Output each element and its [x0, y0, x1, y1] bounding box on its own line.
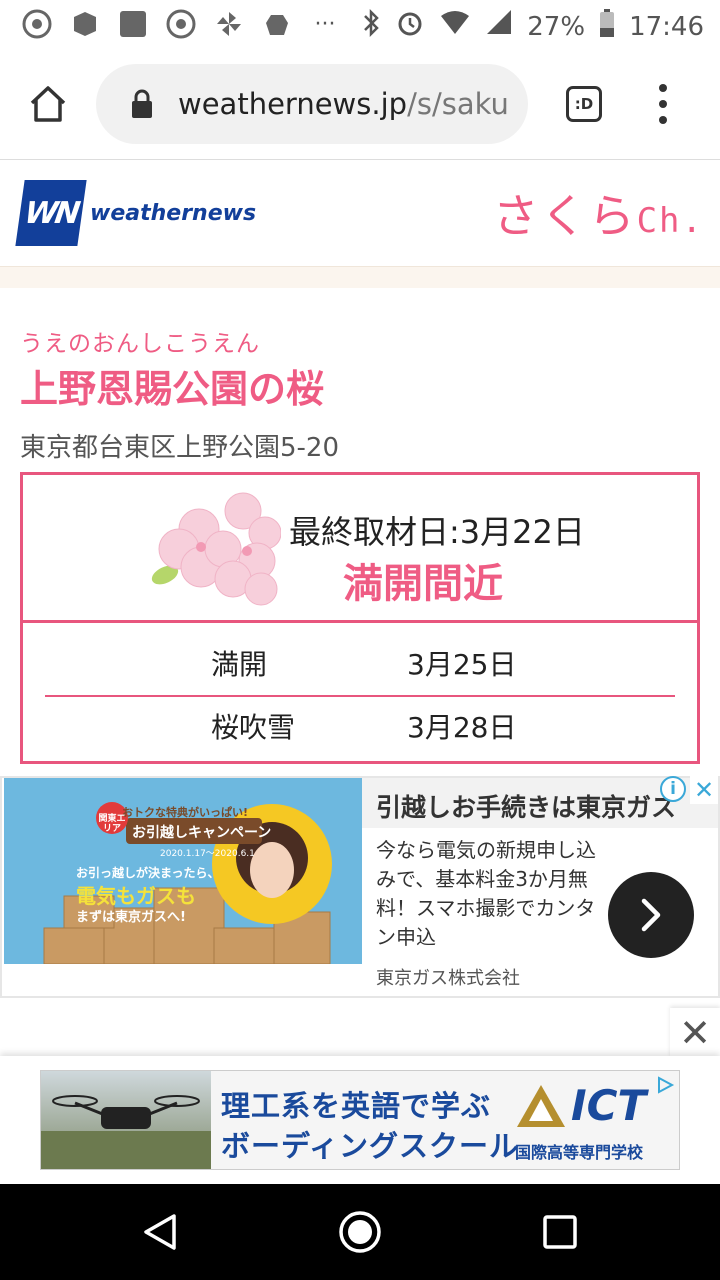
bloom-status-label: 満開間近 [343, 561, 503, 607]
home-circle-icon [339, 1211, 381, 1253]
chrome-icon [22, 9, 52, 39]
signal-icon [485, 8, 513, 45]
url-text: weathernews.jp/s/saku [178, 87, 509, 121]
back-button[interactable] [138, 1210, 182, 1254]
forecast-label: 桜吹雪 [211, 711, 296, 744]
forecast-date: 3月25日 [407, 648, 517, 681]
ad-company: 東京ガス株式会社 [376, 968, 520, 989]
ad-image-line5: まずは東京ガスへ! [76, 910, 186, 925]
tokyo-gas-ad[interactable]: おトクな特典がいっぱい! 関東エリア お引越しキャンペーン 2020.1.17〜… [0, 776, 720, 998]
more-notifications-icon: ··· [314, 11, 336, 37]
chevron-right-icon [641, 898, 661, 932]
back-triangle-icon [144, 1214, 176, 1250]
battery-percent: 27% [527, 11, 586, 42]
home-icon [30, 86, 66, 122]
spot-furigana: うえのおんしこうえん [20, 331, 260, 357]
ad-info-icon[interactable]: i [660, 776, 686, 802]
recents-button[interactable] [538, 1210, 582, 1254]
bluetooth-icon [361, 8, 381, 45]
ict-ad-line2: ボーディングスクール [221, 1129, 519, 1163]
app-cube-icon [70, 9, 100, 39]
browser-toolbar: weathernews.jp/s/saku :D [0, 50, 720, 160]
ad-image-badge: 関東エリア [98, 814, 126, 834]
android-nav-bar [0, 1184, 720, 1280]
channel-title-text: さくら [492, 189, 637, 243]
cherry-blossom-icon [151, 492, 281, 606]
forecast-label: 満開 [211, 648, 268, 681]
lock-icon [132, 89, 152, 118]
header-divider-band [0, 266, 720, 288]
weathernews-logo[interactable]: WN weathernews [15, 180, 257, 246]
battery-icon [599, 8, 615, 45]
channel-suffix: Ch. [636, 201, 704, 241]
wn-logo-text: weathernews [90, 200, 257, 226]
ad-open-button[interactable] [608, 872, 694, 958]
alarm-icon [395, 8, 425, 45]
ad-image-tagline: おトクな特典がいっぱい! [122, 806, 249, 819]
ict-ad-banner[interactable]: 理工系を英語で学ぶ ボーディングスクール ICT 国際高等専門学校 [40, 1070, 680, 1170]
ict-emblem-icon [517, 1085, 565, 1127]
ad-image-campaign: お引越しキャンペーン [132, 825, 272, 841]
address-bar[interactable]: weathernews.jp/s/saku [96, 64, 528, 144]
menu-dot-icon [659, 100, 667, 108]
ad-body: 今なら電気の新規申し込みで、基本料金3か月無料！スマホ撮影でカンタン申込 [376, 838, 596, 949]
forecast-row: 満開 3月25日 [45, 631, 675, 697]
ad-image-line3: お引っ越しが決まったら、 [76, 866, 220, 880]
ad-image-line4: 電気もガスも [76, 884, 196, 908]
anchor-ad-close-button[interactable]: ✕ [670, 1008, 720, 1058]
menu-dot-icon [659, 116, 667, 124]
recents-square-icon [543, 1215, 577, 1249]
browser-menu-button[interactable] [655, 84, 671, 124]
spot-title: 上野恩賜公園の桜 [20, 367, 325, 411]
home-button[interactable] [26, 82, 70, 126]
ict-school-name: 国際高等専門学校 [515, 1143, 644, 1162]
url-path: /s/saku [407, 87, 509, 121]
spot-address: 東京都台東区上野公園5-20 [20, 433, 340, 463]
status-bar: ··· 27% 17:46 [0, 0, 720, 50]
home-nav-button[interactable] [338, 1210, 382, 1254]
app-square-icon [118, 9, 148, 39]
wifi-icon [439, 8, 471, 45]
last-report-date: 最終取材日:3月22日 [289, 513, 585, 551]
forecast-row: 桜吹雪 3月28日 [45, 693, 675, 759]
site-header: WN weathernews さくらCh. [0, 160, 720, 266]
drone-image [41, 1071, 211, 1169]
anchor-ad: 理工系を英語で学ぶ ボーディングスクール ICT 国際高等専門学校 [0, 1056, 720, 1184]
chrome-icon [166, 9, 196, 39]
ad-close-icon[interactable]: ✕ [690, 776, 718, 804]
url-host: weathernews.jp [178, 87, 408, 121]
ad-image[interactable]: おトクな特典がいっぱい! 関東エリア お引越しキャンペーン 2020.1.17〜… [4, 778, 362, 964]
ad-image-dates: 2020.1.17〜2020.6.1 [160, 849, 255, 859]
wn-logo-mark: WN [15, 180, 87, 246]
clock-time: 17:46 [629, 11, 704, 42]
sakura-channel-title[interactable]: さくらCh. [493, 180, 704, 246]
bloom-status-box: 最終取材日:3月22日 満開間近 満開 3月25日 桜吹雪 3月28日 [20, 472, 700, 764]
adchoices-icon[interactable] [655, 1075, 675, 1095]
spot-info: うえのおんしこうえん 上野恩賜公園の桜 東京都台東区上野公園5-20 [20, 324, 700, 464]
gear-app-icon [262, 9, 292, 39]
bloom-status-header: 最終取材日:3月22日 満開間近 [23, 475, 697, 623]
drone-icon [41, 1095, 211, 1169]
pinwheel-icon [214, 9, 244, 39]
forecast-date: 3月28日 [407, 711, 517, 744]
ict-ad-line1: 理工系を英語で学ぶ [221, 1089, 492, 1123]
ict-logo-text: ICT [571, 1081, 647, 1130]
menu-dot-icon [659, 84, 667, 92]
ad-text-panel[interactable]: 引越しお手続きは東京ガス 今なら電気の新規申し込みで、基本料金3か月無料！スマホ… [362, 778, 718, 996]
tab-switcher-button[interactable]: :D [566, 86, 602, 122]
